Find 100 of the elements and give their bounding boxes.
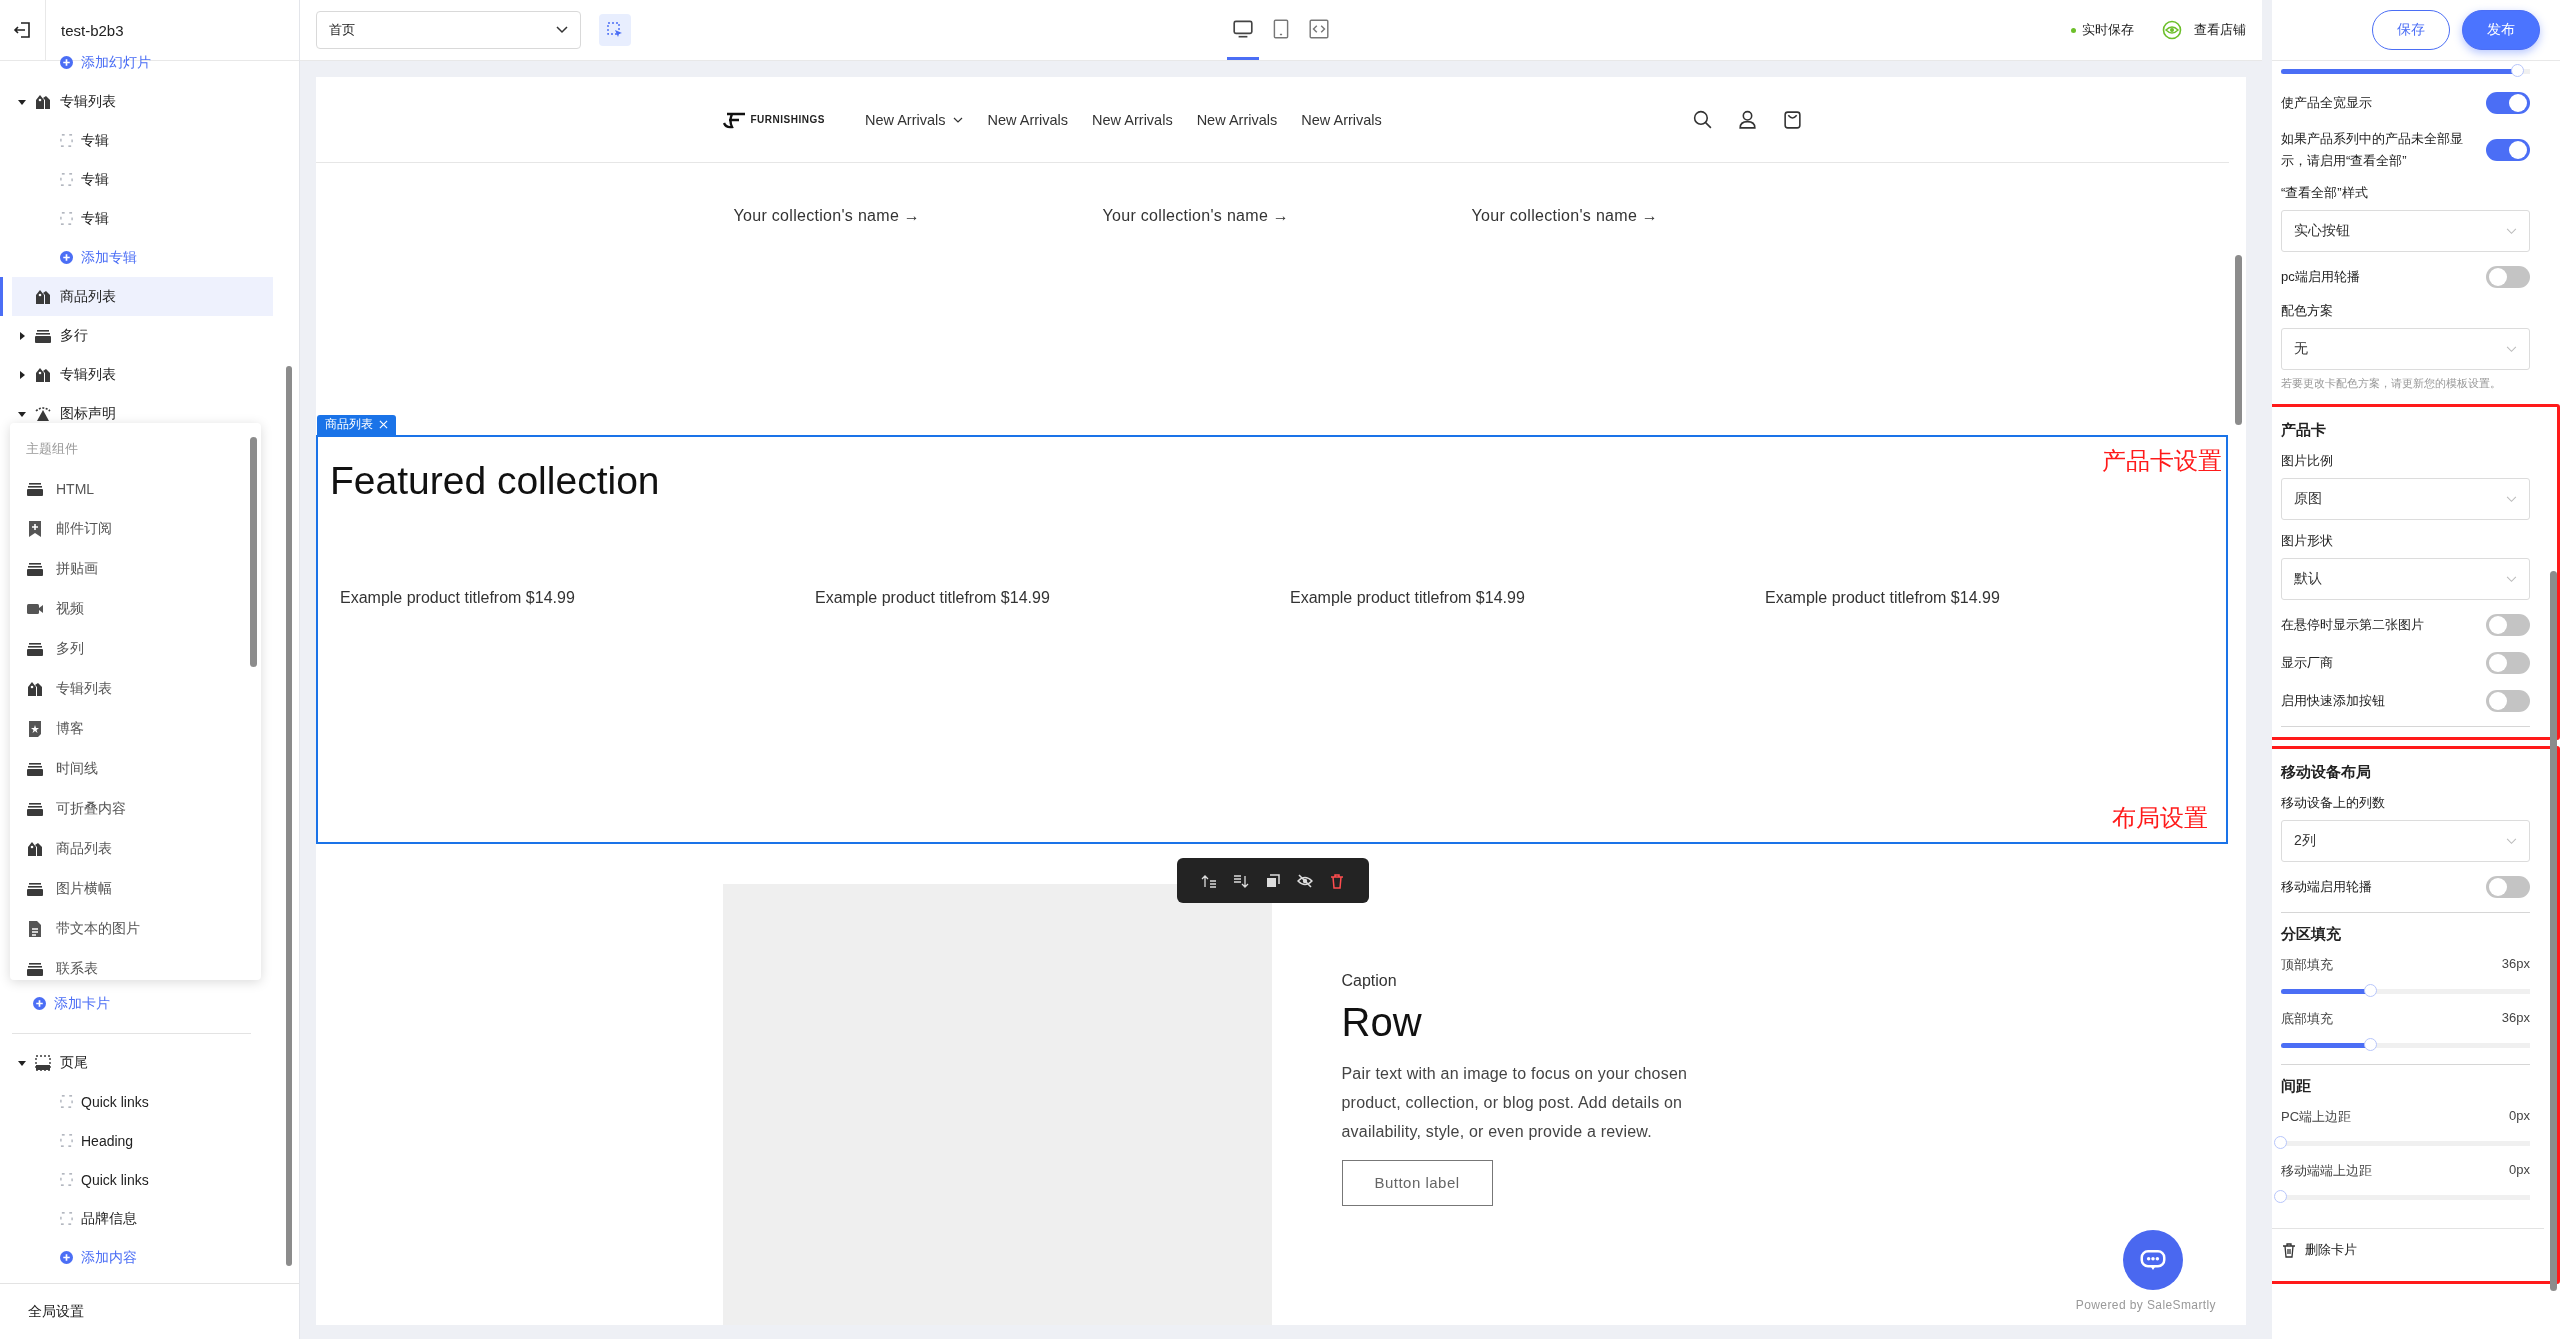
menu-item[interactable]: 专辑列表	[26, 669, 261, 709]
cart-icon[interactable]	[1781, 109, 1803, 130]
select-field[interactable]: 2列	[2281, 820, 2530, 862]
tree-item[interactable]: Quick links	[0, 1082, 279, 1121]
nav-link[interactable]: New Arrivals	[1301, 111, 1382, 128]
featured-section[interactable]: Featured collection Example product titlefrom $14.99 Example product titlefrom $14.99 Example product titlefrom $14.99 Example product titlefrom $14.99 产品卡设置 布局设置	[316, 434, 2228, 844]
exit-icon[interactable]	[12, 20, 33, 40]
monitor-icon	[1232, 17, 1254, 40]
eye-off-icon[interactable]	[1296, 872, 1313, 889]
caret-down-icon[interactable]	[18, 1058, 26, 1067]
store-logo[interactable]: FURNISHINGS	[722, 110, 825, 129]
section-tag[interactable]: 商品列表	[317, 414, 396, 435]
nav-link[interactable]: New Arrivals	[864, 111, 964, 128]
setting-label: 显示厂商	[2281, 654, 2333, 672]
toggle-switch[interactable]	[2486, 690, 2530, 712]
tree-item[interactable]: 专辑	[0, 160, 279, 199]
caret-right-icon[interactable]	[18, 331, 26, 340]
product-title[interactable]: Example product titlefrom $14.99	[1765, 588, 2000, 607]
menu-item[interactable]: HTML	[26, 469, 261, 509]
add-link[interactable]: 添加内容	[81, 1248, 137, 1267]
page-select[interactable]: 首页	[316, 11, 581, 49]
collection-link[interactable]: Your collection's name →	[733, 207, 1103, 225]
caret-down-icon[interactable]	[18, 97, 26, 106]
delete-card-button[interactable]: 删除卡片	[2272, 1228, 2544, 1271]
setting-label: 移动端启用轮播	[2281, 878, 2372, 896]
caret-right-icon[interactable]	[18, 370, 26, 379]
caret-down-icon[interactable]	[18, 409, 26, 418]
powered-by-text: Powered by SaleSmartly	[2075, 1298, 2216, 1312]
menu-item[interactable]: 邮件订阅	[26, 509, 261, 549]
add-link[interactable]: 添加专辑	[81, 248, 137, 267]
add-link[interactable]: 添加卡片	[54, 994, 110, 1013]
menu-item[interactable]: 拼贴画	[26, 549, 261, 589]
product-title[interactable]: Example product titlefrom $14.99	[815, 588, 1050, 607]
footer-layout-icon	[34, 1053, 52, 1072]
duplicate-icon[interactable]	[1264, 872, 1281, 889]
tree-item[interactable]: 专辑	[0, 121, 279, 160]
hint-text: 若要更改卡配色方案，请更新您的模板设置。	[2281, 376, 2502, 391]
tree-item[interactable]: 品牌信息	[0, 1199, 279, 1238]
search-icon[interactable]	[1691, 109, 1713, 130]
nav-link[interactable]: New Arrivals	[1092, 111, 1173, 128]
tree-section[interactable]: 专辑列表	[0, 355, 279, 394]
nav-link[interactable]: New Arrivals	[987, 111, 1069, 128]
tree-section[interactable]: 商品列表	[0, 277, 273, 316]
select-field[interactable]: 默认	[2281, 558, 2530, 600]
tree-item[interactable]: Heading	[0, 1121, 279, 1160]
user-icon[interactable]	[1736, 109, 1758, 130]
select-tool-button[interactable]	[599, 14, 631, 46]
close-icon[interactable]	[379, 420, 388, 429]
menu-item[interactable]: 联系表	[26, 949, 261, 980]
tree-section[interactable]: 图标声明	[0, 394, 279, 433]
toggle-switch[interactable]	[2486, 139, 2530, 161]
bookmark-plus-icon	[26, 520, 44, 538]
global-settings-link[interactable]: 全局设置	[28, 1302, 84, 1321]
toggle-switch[interactable]	[2486, 614, 2530, 636]
tree-section[interactable]: 多行	[0, 316, 279, 355]
stack-icon	[26, 800, 44, 818]
tree-item[interactable]: 专辑	[0, 199, 279, 238]
star-note-icon	[26, 720, 44, 738]
menu-item[interactable]: 可折叠内容	[26, 789, 261, 829]
tree-section[interactable]: 专辑列表	[0, 82, 279, 121]
toggle-switch[interactable]	[2486, 92, 2530, 114]
menu-item[interactable]: 带文本的图片	[26, 909, 261, 949]
toggle-switch[interactable]	[2486, 266, 2530, 288]
stack-icon	[26, 760, 44, 778]
select-field[interactable]: 无	[2281, 328, 2530, 370]
toggle-switch[interactable]	[2486, 652, 2530, 674]
stack-icon	[26, 960, 44, 978]
publish-button[interactable]: 发布	[2462, 10, 2540, 50]
tree-item[interactable]: Quick links	[0, 1160, 279, 1199]
value-reading: 0px	[2509, 1162, 2530, 1179]
product-title[interactable]: Example product titlefrom $14.99	[340, 588, 575, 607]
select-field[interactable]: 原图	[2281, 478, 2530, 520]
view-store-link[interactable]: 查看店铺	[2194, 21, 2246, 39]
nav-link[interactable]: New Arrivals	[1196, 111, 1278, 128]
add-link[interactable]: 添加幻灯片	[81, 53, 151, 72]
outline-button[interactable]: Button label	[1341, 1159, 1493, 1206]
toggle-switch[interactable]	[2486, 876, 2530, 898]
product-title[interactable]: Example product titlefrom $14.99	[1290, 588, 1525, 607]
chevron-down-icon	[2506, 227, 2517, 235]
menu-item[interactable]: 多列	[26, 629, 261, 669]
stack-icon	[26, 880, 44, 898]
menu-item[interactable]: 商品列表	[26, 829, 261, 869]
select-field[interactable]: 实心按钮	[2281, 210, 2530, 252]
tags-icon	[26, 840, 44, 858]
field-label: 配色方案	[2281, 302, 2334, 320]
chat-button[interactable]	[2123, 1230, 2183, 1290]
tree-section[interactable]: 页尾	[0, 1043, 279, 1082]
eye-icon	[2162, 20, 2182, 40]
menu-item[interactable]: 视频	[26, 589, 261, 629]
badge-icon	[34, 404, 52, 423]
menu-item[interactable]: 博客	[26, 709, 261, 749]
menu-item[interactable]: 图片横幅	[26, 869, 261, 909]
menu-item[interactable]: 时间线	[26, 749, 261, 789]
save-button[interactable]: 保存	[2372, 10, 2450, 50]
dashed-square-icon	[60, 173, 73, 186]
selection-cursor-icon	[606, 21, 624, 39]
move-down-icon[interactable]	[1232, 872, 1249, 889]
trash-icon[interactable]	[1328, 872, 1345, 889]
collection-link[interactable]: Your collection's name →	[1471, 207, 1841, 225]
collection-link[interactable]: Your collection's name →	[1102, 207, 1472, 225]
